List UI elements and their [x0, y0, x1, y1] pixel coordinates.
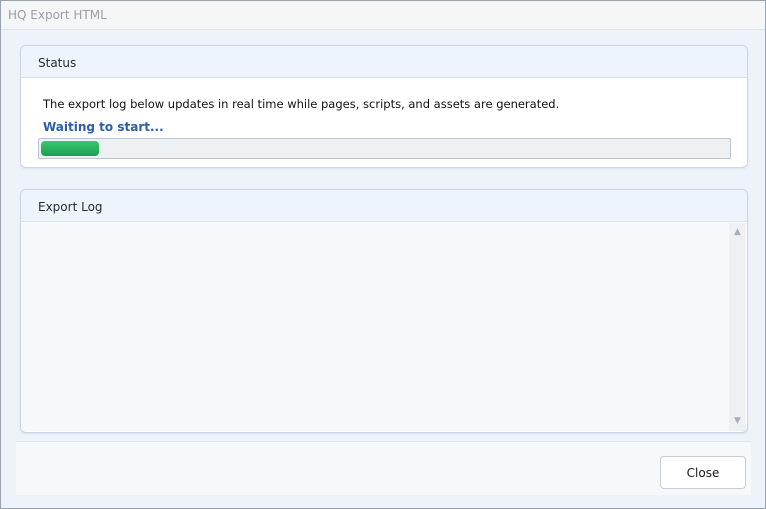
export-log-panel: Export Log ▲ ▼: [20, 189, 748, 433]
progress-fill: [41, 141, 99, 156]
close-button[interactable]: Close: [660, 456, 746, 489]
export-progress-bar: [38, 138, 731, 159]
export-log-area[interactable]: ▲ ▼: [22, 223, 746, 431]
dialog-footer: Close: [16, 441, 751, 495]
status-panel-title: Status: [38, 56, 77, 70]
chevron-down-icon[interactable]: ▼: [729, 413, 746, 430]
status-panel: Status The export log below updates in r…: [20, 45, 748, 168]
chevron-up-icon[interactable]: ▲: [729, 224, 746, 241]
status-panel-header: Status: [21, 46, 747, 78]
status-state-text: Waiting to start...: [43, 120, 164, 134]
export-log-title: Export Log: [38, 200, 103, 214]
title-bar[interactable]: HQ Export HTML: [1, 1, 765, 30]
export-log-header: Export Log: [21, 190, 747, 222]
log-scrollbar[interactable]: ▲ ▼: [729, 223, 746, 431]
export-window: HQ Export HTML Status The export log bel…: [0, 0, 766, 509]
status-description: The export log below updates in real tim…: [43, 97, 560, 111]
window-title: HQ Export HTML: [8, 8, 107, 22]
